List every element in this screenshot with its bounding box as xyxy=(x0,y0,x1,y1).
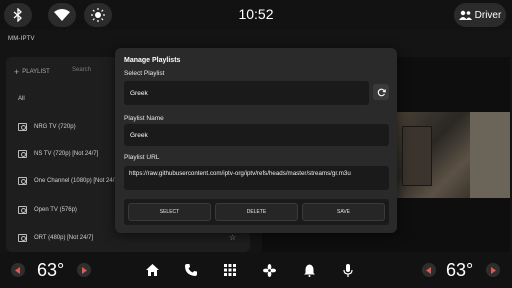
home-icon xyxy=(145,264,159,276)
select-playlist-dropdown[interactable]: Greek xyxy=(124,81,369,105)
video-frame-wall xyxy=(470,112,510,198)
clock: 10:52 xyxy=(238,6,274,22)
tv-icon xyxy=(18,123,27,131)
home-button[interactable] xyxy=(144,262,160,278)
chevron-right-icon xyxy=(82,266,87,274)
manage-playlists-dialog: Manage Playlists Select Playlist Greek P… xyxy=(115,48,397,233)
chevron-left-icon xyxy=(15,266,20,274)
playlist-name-field[interactable]: Greek xyxy=(124,124,389,146)
delete-button[interactable]: DELETE xyxy=(215,203,298,221)
channel-item[interactable]: Open TV (576p) xyxy=(18,206,77,214)
notifications-button[interactable] xyxy=(301,262,317,278)
select-button[interactable]: SELECT xyxy=(128,203,211,221)
mic-icon xyxy=(343,263,353,277)
channel-name: NRG TV (720p) xyxy=(34,124,76,130)
channel-item[interactable]: One Channel (1080p) [Not 24/7] xyxy=(18,177,119,185)
select-playlist-label: Select Playlist xyxy=(124,70,165,77)
search-input[interactable]: Search xyxy=(72,67,91,73)
status-bar: 10:52 Driver xyxy=(0,0,512,30)
playlist-button[interactable]: + PLAYLIST xyxy=(14,65,70,79)
refresh-button[interactable] xyxy=(373,84,389,100)
playlist-name-value: Greek xyxy=(130,131,148,139)
channel-name: ORT (480p) [Not 24/7] xyxy=(34,235,94,241)
channel-item[interactable]: NS TV (720p) [Not 24/7] xyxy=(18,150,98,158)
right-temp-up-button[interactable] xyxy=(486,263,500,277)
plus-icon: + xyxy=(14,67,20,77)
right-temperature: 63° xyxy=(446,260,474,280)
channel-item[interactable]: NRG TV (720p) xyxy=(18,123,76,131)
left-temperature: 63° xyxy=(37,260,65,280)
chevron-left-icon xyxy=(426,266,431,274)
video-frame-door xyxy=(402,126,432,186)
playlist-url-label: Playlist URL xyxy=(124,154,160,161)
apps-grid-icon xyxy=(224,264,236,276)
people-icon xyxy=(458,10,472,20)
tv-icon xyxy=(18,234,27,242)
channel-name: NS TV (720p) [Not 24/7] xyxy=(34,151,99,157)
bottom-nav: 63° 63° xyxy=(0,252,512,288)
channel-item[interactable]: ORT (480p) [Not 24/7] xyxy=(18,234,93,242)
playlist-url-field[interactable]: https://raw.githubusercontent.com/iptv-o… xyxy=(124,166,389,190)
refresh-icon xyxy=(377,88,386,96)
playlist-name-label: Playlist Name xyxy=(124,115,164,122)
screen: 10:52 Driver MM-IPTV + PLAYLIST Search A… xyxy=(0,0,512,288)
app-title: MM-IPTV xyxy=(8,36,35,42)
profile-label: Driver xyxy=(474,9,502,21)
right-temp-down-button[interactable] xyxy=(422,263,436,277)
selected-playlist-value: Greek xyxy=(130,89,148,97)
save-button[interactable]: SAVE xyxy=(302,203,385,221)
chevron-right-icon xyxy=(491,266,496,274)
profile-button[interactable]: Driver xyxy=(454,3,506,27)
playlist-button-label: PLAYLIST xyxy=(22,69,50,75)
fan-icon xyxy=(262,263,276,277)
category-all[interactable]: All xyxy=(18,96,25,102)
dialog-actions: SELECT DELETE SAVE xyxy=(124,199,389,225)
tv-icon xyxy=(18,150,27,158)
left-temp-up-button[interactable] xyxy=(77,263,91,277)
voice-button[interactable] xyxy=(340,262,356,278)
phone-button[interactable] xyxy=(183,262,199,278)
favorite-star-icon[interactable]: ☆ xyxy=(229,233,236,242)
tv-icon xyxy=(18,177,27,185)
phone-icon xyxy=(185,264,197,276)
channel-name: One Channel (1080p) [Not 24/7] xyxy=(34,178,120,184)
bell-icon xyxy=(303,264,315,277)
apps-button[interactable] xyxy=(222,262,238,278)
tv-icon xyxy=(18,206,27,214)
left-temp-down-button[interactable] xyxy=(11,263,25,277)
video-player[interactable] xyxy=(392,112,510,198)
dialog-title: Manage Playlists xyxy=(124,57,181,64)
channel-name: Open TV (576p) xyxy=(34,207,77,213)
fan-button[interactable] xyxy=(261,262,277,278)
